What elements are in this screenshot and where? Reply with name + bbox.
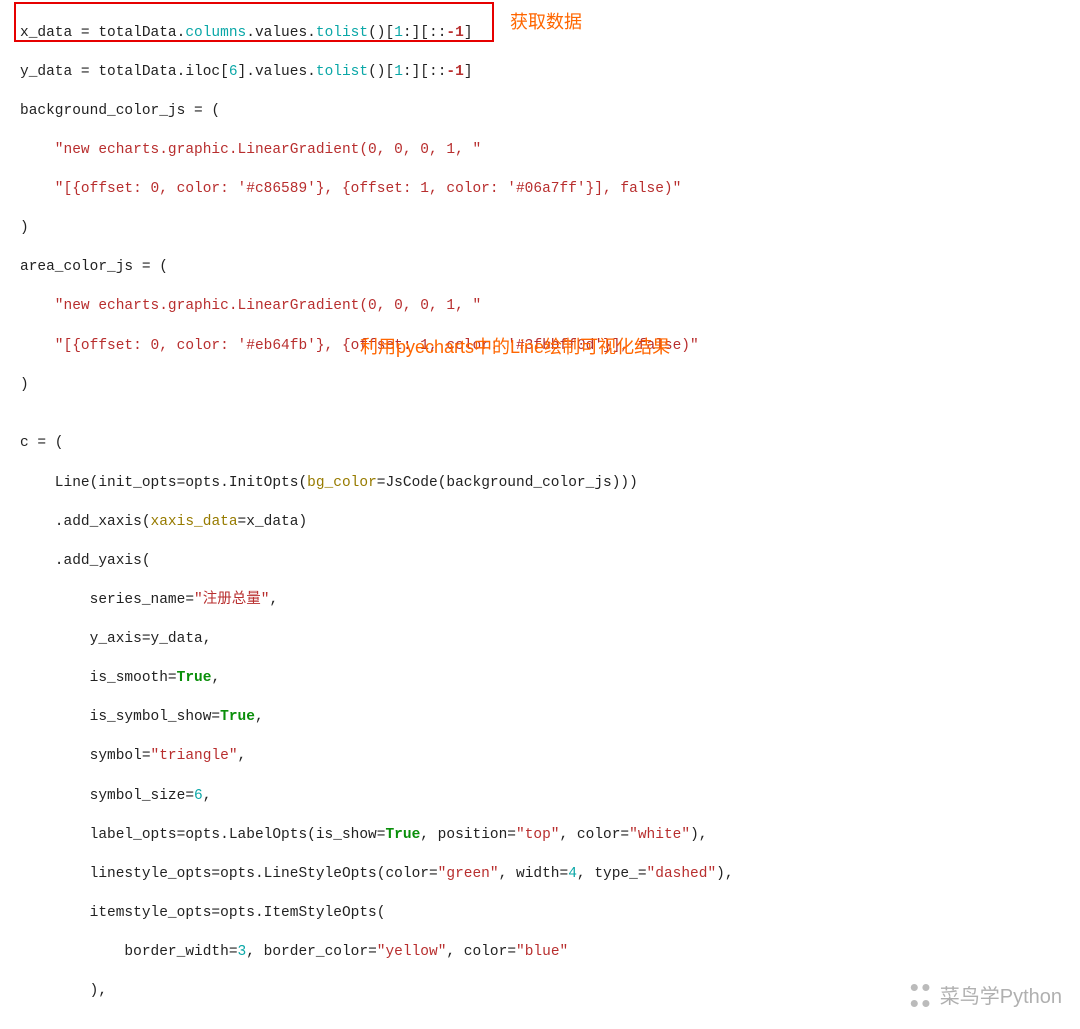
code-line: "new echarts.graphic.LinearGradient(0, 0… [20, 141, 1072, 161]
code-line: Line(init_opts=opts.InitOpts(bg_color=Js… [20, 474, 1072, 494]
annotation-pyecharts: 利用pyecharts中的Line绘制可视化结果 [360, 335, 670, 359]
code-line: linestyle_opts=opts.LineStyleOpts(color=… [20, 865, 1072, 885]
code-line: border_width=3, border_color="yellow", c… [20, 943, 1072, 963]
code-line: c = ( [20, 434, 1072, 454]
code-line: .add_xaxis(xaxis_data=x_data) [20, 513, 1072, 533]
wechat-icon: •• •• [907, 982, 930, 1013]
annotation-get-data: 获取数据 [510, 10, 582, 34]
code-line: series_name="注册总量", [20, 591, 1072, 611]
code-line: label_opts=opts.LabelOpts(is_show=True, … [20, 826, 1072, 846]
code-line: itemstyle_opts=opts.ItemStyleOpts( [20, 904, 1072, 924]
code-block: x_data = totalData.columns.values.tolist… [0, 0, 1080, 1029]
code-line: is_symbol_show=True, [20, 708, 1072, 728]
watermark-text: 菜鸟学Python [940, 984, 1062, 1011]
code-line: y_data = totalData.iloc[6].values.tolist… [20, 63, 1072, 83]
highlight-box [14, 2, 494, 42]
code-line: .add_yaxis( [20, 552, 1072, 572]
code-line: "[{offset: 0, color: '#c86589'}, {offset… [20, 180, 1072, 200]
code-line: background_color_js = ( [20, 102, 1072, 122]
code-line: y_axis=y_data, [20, 630, 1072, 650]
code-line: ) [20, 219, 1072, 239]
code-line: "new echarts.graphic.LinearGradient(0, 0… [20, 297, 1072, 317]
code-line: ) [20, 376, 1072, 396]
code-line: is_smooth=True, [20, 669, 1072, 689]
code-line: symbol="triangle", [20, 747, 1072, 767]
watermark: •• •• 菜鸟学Python [907, 982, 1062, 1013]
code-line: symbol_size=6, [20, 787, 1072, 807]
code-line: area_color_js = ( [20, 258, 1072, 278]
